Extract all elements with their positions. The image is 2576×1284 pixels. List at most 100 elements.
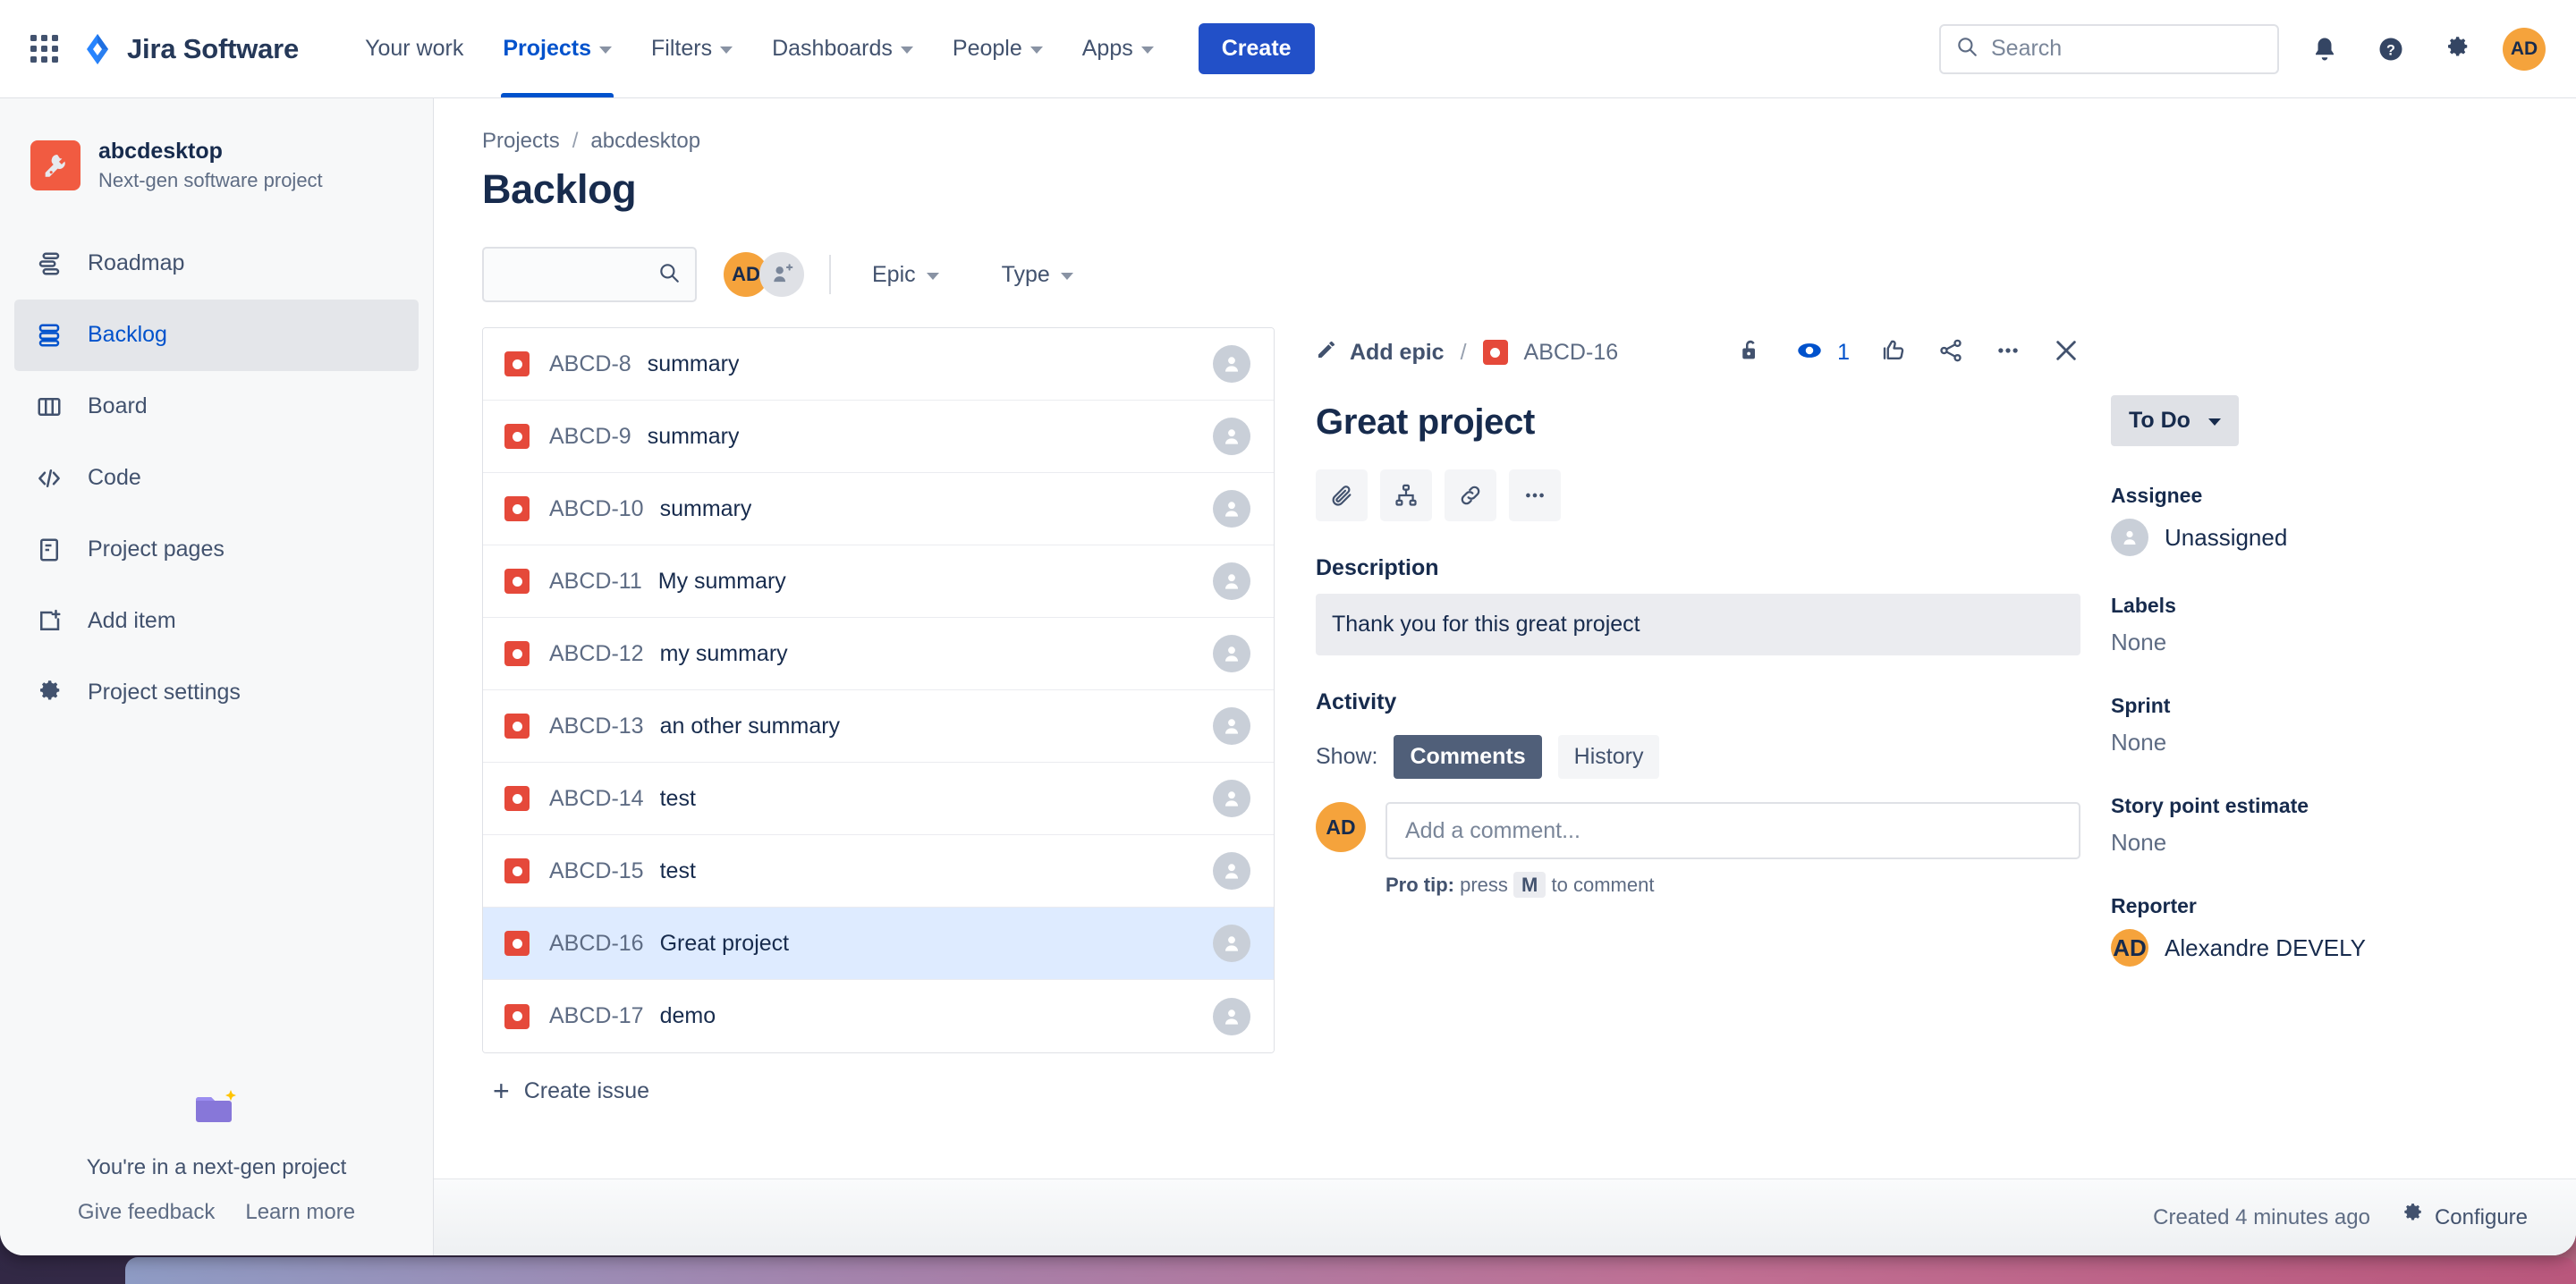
more-icon[interactable] <box>1509 469 1561 521</box>
labels-value[interactable]: None <box>2111 629 2528 656</box>
sidebar-item-roadmap[interactable]: Roadmap <box>14 228 419 300</box>
project-type: Next-gen software project <box>98 169 323 192</box>
table-row[interactable]: ABCD-10 summary <box>483 473 1274 545</box>
status-badge[interactable]: To Do <box>2111 395 2239 446</box>
person-placeholder-icon[interactable] <box>1213 635 1250 672</box>
add-epic-button[interactable]: Add epic <box>1316 339 1445 367</box>
comment-input[interactable] <box>1405 817 2061 844</box>
table-row[interactable]: ABCD-14 test <box>483 763 1274 835</box>
create-button[interactable]: Create <box>1198 23 1315 74</box>
search-icon <box>1955 35 1979 63</box>
project-header[interactable]: abcdesktop Next-gen software project <box>0 98 433 228</box>
add-epic-label: Add epic <box>1350 339 1445 365</box>
description-text[interactable]: Thank you for this great project <box>1316 594 2080 655</box>
link-icon[interactable] <box>1445 469 1496 521</box>
watch-eye-icon[interactable] <box>1794 335 1825 370</box>
jira-logo-link[interactable]: Jira Software <box>80 32 299 66</box>
nav-item-your-work[interactable]: Your work <box>345 0 483 97</box>
breadcrumb: Projects / abcdesktop <box>482 129 2528 154</box>
child-issue-icon[interactable] <box>1380 469 1432 521</box>
gear-icon[interactable] <box>2436 29 2478 70</box>
attach-icon[interactable] <box>1316 469 1368 521</box>
backlog-search-input[interactable] <box>498 262 657 287</box>
backlog-search[interactable] <box>482 247 697 302</box>
nav-item-dashboards[interactable]: Dashboards <box>752 0 933 97</box>
sidebar-item-board[interactable]: Board <box>14 371 419 443</box>
person-placeholder-icon[interactable] <box>1213 707 1250 745</box>
table-row[interactable]: ABCD-11 My summary <box>483 545 1274 618</box>
pro-tip-key: M <box>1513 872 1546 898</box>
jira-diamond-logo <box>80 32 114 66</box>
learn-more-link[interactable]: Learn more <box>245 1200 355 1225</box>
sidebar-item-label: Project settings <box>88 680 241 705</box>
nav-item-filters[interactable]: Filters <box>631 0 752 97</box>
tab-history[interactable]: History <box>1557 735 1660 779</box>
svg-text:?: ? <box>2386 42 2395 58</box>
issue-key-link[interactable]: ABCD-16 <box>1524 340 1619 366</box>
avatar[interactable]: AD <box>2503 27 2546 71</box>
person-placeholder-icon[interactable] <box>1213 780 1250 817</box>
tab-comments[interactable]: Comments <box>1394 735 1542 779</box>
person-placeholder-icon[interactable] <box>1213 997 1250 1035</box>
plus-icon: + <box>493 1075 510 1107</box>
more-actions-icon[interactable] <box>1995 337 2021 368</box>
app-switcher-icon[interactable] <box>23 29 64 70</box>
table-row[interactable]: ABCD-13 an other summary <box>483 690 1274 763</box>
reporter-value-row[interactable]: AD Alexandre DEVELY <box>2111 929 2528 967</box>
sidebar-item-project-settings[interactable]: Project settings <box>14 657 419 729</box>
nav-item-apps[interactable]: Apps <box>1063 0 1174 97</box>
assignee-value-row[interactable]: Unassigned <box>2111 519 2528 556</box>
sprint-value[interactable]: None <box>2111 729 2528 756</box>
person-placeholder-icon[interactable] <box>1213 562 1250 600</box>
sidebar-item-code[interactable]: Code <box>14 443 419 514</box>
configure-label: Configure <box>2434 1204 2528 1229</box>
person-placeholder-icon[interactable] <box>1213 418 1250 455</box>
lock-open-icon[interactable] <box>1737 337 1764 368</box>
person-placeholder-icon[interactable] <box>1213 490 1250 528</box>
nav-item-people[interactable]: People <box>933 0 1063 97</box>
person-placeholder-icon[interactable] <box>1213 345 1250 383</box>
table-row[interactable]: ABCD-12 my summary <box>483 618 1274 690</box>
breadcrumb-project[interactable]: abcdesktop <box>590 129 700 154</box>
table-row[interactable]: ABCD-16 Great project <box>483 908 1274 980</box>
give-feedback-link[interactable]: Give feedback <box>78 1200 215 1225</box>
person-placeholder-icon[interactable] <box>1213 925 1250 962</box>
issue-title: Great project <box>1316 402 1536 442</box>
avatar-filter-group: AD <box>724 252 804 297</box>
share-icon[interactable] <box>1937 337 1964 368</box>
table-row[interactable]: ABCD-8 summary <box>483 328 1274 401</box>
global-search[interactable] <box>1939 23 2279 74</box>
story-point-estimate-value[interactable]: None <box>2111 829 2528 857</box>
add-person-icon[interactable] <box>759 252 804 297</box>
description-label: Description <box>1316 555 1439 580</box>
sidebar-item-backlog[interactable]: Backlog <box>14 299 419 371</box>
close-icon[interactable] <box>2052 336 2080 369</box>
breadcrumb-projects[interactable]: Projects <box>482 129 560 154</box>
avatar-initials: AD <box>1326 815 1356 839</box>
sidebar-item-project-pages[interactable]: Project pages <box>14 514 419 586</box>
table-row[interactable]: ABCD-9 summary <box>483 401 1274 473</box>
table-row[interactable]: ABCD-17 demo <box>483 980 1274 1052</box>
next-gen-links: Give feedback Learn more <box>27 1200 406 1225</box>
type-filter-dropdown[interactable]: Type <box>986 253 1089 297</box>
next-gen-banner: You're in a next-gen project Give feedba… <box>0 1088 433 1255</box>
question-circle-icon[interactable]: ? <box>2370 29 2411 70</box>
thumbs-up-icon[interactable] <box>1880 337 1907 368</box>
person-placeholder-icon[interactable] <box>1213 852 1250 890</box>
board-columns-icon <box>34 392 64 422</box>
configure-button[interactable]: Configure <box>2401 1203 2528 1232</box>
create-issue-button[interactable]: + Create issue <box>482 1053 1275 1128</box>
epic-filter-dropdown[interactable]: Epic <box>856 253 955 297</box>
comment-input-wrapper[interactable] <box>1385 802 2080 859</box>
issue-footer: Created 4 minutes ago Configure <box>434 1178 2576 1255</box>
sidebar-item-label: Board <box>88 393 148 419</box>
nav-item-projects[interactable]: Projects <box>483 0 631 97</box>
table-row[interactable]: ABCD-15 test <box>483 835 1274 908</box>
sidebar-item-add-item[interactable]: Add item <box>14 586 419 657</box>
issue-key: ABCD-17 <box>549 1003 644 1028</box>
project-name: abcdesktop <box>98 139 223 164</box>
bell-icon[interactable] <box>2304 29 2345 70</box>
search-input[interactable] <box>1991 36 2263 62</box>
bug-icon <box>1482 340 1508 365</box>
bug-icon <box>504 786 530 811</box>
